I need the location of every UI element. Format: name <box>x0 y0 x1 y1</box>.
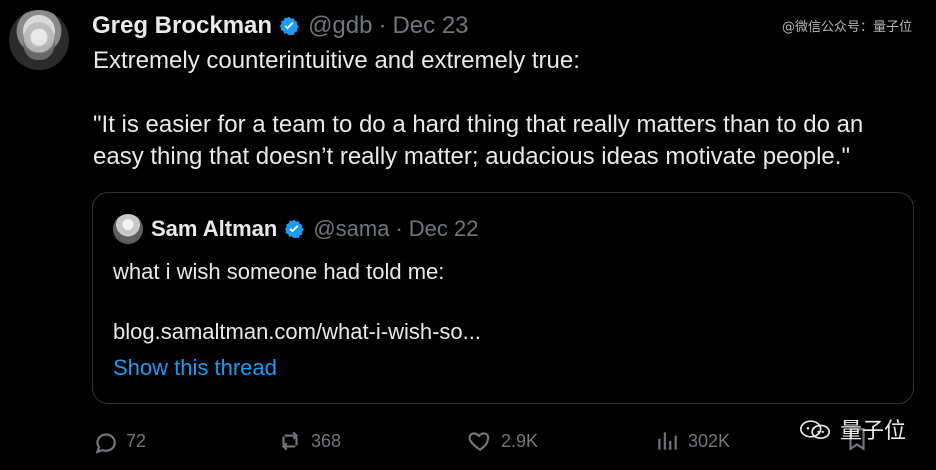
watermark-bottom: 量子位 <box>798 413 906 445</box>
tweet-text-quote: "It is easier for a team to do a hard th… <box>93 111 864 170</box>
quoted-author-handle[interactable]: @sama <box>313 216 389 241</box>
tweet-header: Greg Brockman @gdb · Dec 23 <box>92 12 469 40</box>
wechat-icon <box>799 420 831 440</box>
quoted-author-meta: @sama · Dec 22 <box>313 216 478 242</box>
quoted-tweet-card[interactable]: Sam Altman @sama · Dec 22 what i wish some… <box>92 192 914 404</box>
heart-icon <box>468 432 490 451</box>
verified-badge-icon <box>284 219 305 239</box>
like-count: 2.9K <box>501 430 539 451</box>
quoted-author-name[interactable]: Sam Altman <box>151 216 277 242</box>
analytics-icon <box>658 432 677 450</box>
author-avatar[interactable] <box>9 10 69 70</box>
separator-dot: · <box>395 216 403 241</box>
reply-count: 72 <box>126 430 147 451</box>
reply-action[interactable]: 72 <box>92 428 146 454</box>
quoted-tweet-header: Sam Altman @sama · Dec 22 <box>151 213 479 245</box>
quoted-tweet-text: what i wish someone had told me: <box>113 259 445 284</box>
author-meta: @gdb · Dec 23 <box>308 12 468 40</box>
quoted-author-avatar[interactable] <box>113 214 143 244</box>
show-this-thread-link[interactable]: Show this thread <box>113 353 277 383</box>
separator-dot: · <box>378 12 387 39</box>
retweet-icon <box>281 431 299 451</box>
watermark-bottom-text: 量子位 <box>839 419 906 444</box>
quoted-tweet-link[interactable]: blog.samaltman.com/what-i-wish-so... <box>113 317 481 347</box>
author-name[interactable]: Greg Brockman <box>92 12 272 40</box>
views-count: 302K <box>688 430 731 451</box>
like-action[interactable]: 2.9K <box>467 428 538 454</box>
author-handle[interactable]: @gdb <box>308 12 372 39</box>
retweet-count: 368 <box>311 430 342 451</box>
tweet-text-line-1: Extremely counterintuitive and extremely… <box>93 47 580 74</box>
watermark-top: @微信公众号：量子位 <box>781 20 912 35</box>
tweet-date[interactable]: Dec 23 <box>392 12 468 39</box>
tweet-actions-bar: 72 368 2.9K 302K <box>92 422 912 462</box>
reply-icon <box>95 433 116 454</box>
verified-badge-icon <box>279 16 300 36</box>
retweet-action[interactable]: 368 <box>277 428 341 454</box>
quoted-tweet-date[interactable]: Dec 22 <box>409 216 479 241</box>
views-action[interactable]: 302K <box>654 428 730 454</box>
